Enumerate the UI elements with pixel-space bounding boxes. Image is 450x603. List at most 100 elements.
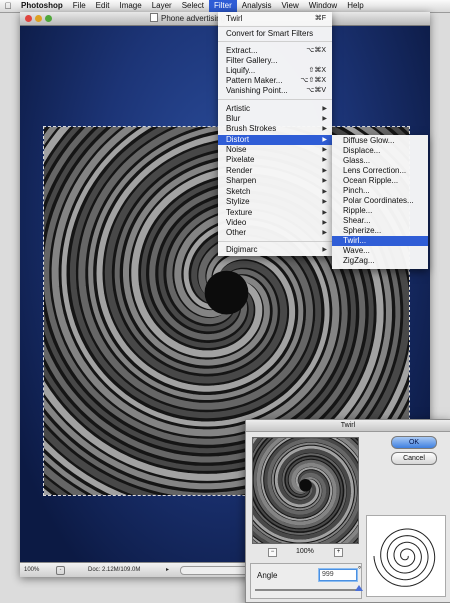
submenu-item-ripple[interactable]: Ripple... xyxy=(332,206,428,216)
menu-file[interactable]: File xyxy=(68,0,91,12)
menu-item-sharpen[interactable]: Sharpen ▶ xyxy=(218,176,332,186)
submenu-arrow-icon: ▶ xyxy=(322,210,327,216)
zoom-out-button[interactable]: − xyxy=(268,548,277,557)
angle-slider-thumb[interactable] xyxy=(355,585,363,591)
angle-parameter-panel: Angle 999 ° xyxy=(250,563,363,599)
preview-zoom-control: − 100% + xyxy=(252,548,357,558)
submenu-item-twirl[interactable]: Twirl... xyxy=(332,236,428,246)
submenu-arrow-icon: ▶ xyxy=(322,247,327,253)
menu-item-label: Render xyxy=(226,166,253,175)
ok-button[interactable]: OK xyxy=(391,436,437,449)
menu-item-render[interactable]: Render ▶ xyxy=(218,166,332,176)
submenu-item-zigzag[interactable]: ZigZag... xyxy=(332,256,428,266)
menu-item-pattern-maker[interactable]: Pattern Maker... ⌥⇧⌘X xyxy=(218,76,332,86)
submenu-item-diffuse-glow[interactable]: Diffuse Glow... xyxy=(332,136,428,146)
menu-help[interactable]: Help xyxy=(342,0,368,12)
menu-item-video[interactable]: Video ▶ xyxy=(218,218,332,228)
menu-item-liquify[interactable]: Liquify... ⇧⌘X xyxy=(218,66,332,76)
menu-item-label: Filter Gallery... xyxy=(226,56,278,65)
menu-item-label: Brush Strokes xyxy=(226,124,277,133)
zoom-window-button[interactable] xyxy=(45,15,52,22)
document-info: Doc: 2.12M/109.0M xyxy=(88,567,141,573)
twirl-preview-art xyxy=(253,438,358,543)
menu-item-convert-smart-filters[interactable]: Convert for Smart Filters xyxy=(218,29,332,39)
apple-icon[interactable]:  xyxy=(0,1,16,11)
submenu-item-shear[interactable]: Shear... xyxy=(332,216,428,226)
zoom-in-button[interactable]: + xyxy=(334,548,343,557)
submenu-arrow-icon: ▶ xyxy=(322,220,327,226)
menu-item-label: Pixelate xyxy=(226,155,255,164)
submenu-arrow-icon: ▶ xyxy=(322,199,327,205)
menu-item-twirl-last[interactable]: Twirl ⌘F xyxy=(218,14,332,24)
menu-item-artistic[interactable]: Artistic ▶ xyxy=(218,104,332,114)
menu-separator xyxy=(218,99,332,100)
twirl-preview[interactable] xyxy=(252,437,359,544)
submenu-item-wave[interactable]: Wave... xyxy=(332,246,428,256)
angle-slider[interactable] xyxy=(255,585,363,591)
menu-select[interactable]: Select xyxy=(177,0,209,12)
menu-item-label: Twirl xyxy=(226,14,243,23)
distort-submenu: Diffuse Glow... Displace... Glass... Len… xyxy=(332,135,428,269)
menu-edit[interactable]: Edit xyxy=(91,0,115,12)
status-menu-arrow-icon[interactable]: ▸ xyxy=(166,566,169,573)
submenu-item-label: Shear... xyxy=(343,216,371,225)
submenu-item-polar-coordinates[interactable]: Polar Coordinates... xyxy=(332,196,428,206)
menu-separator xyxy=(218,241,332,242)
submenu-item-label: Ripple... xyxy=(343,206,373,215)
submenu-item-pinch[interactable]: Pinch... xyxy=(332,186,428,196)
submenu-item-spherize[interactable]: Spherize... xyxy=(332,226,428,236)
menu-item-blur[interactable]: Blur ▶ xyxy=(218,114,332,124)
menu-item-shortcut: ⌥⇧⌘X xyxy=(300,77,326,84)
menu-item-noise[interactable]: Noise ▶ xyxy=(218,145,332,155)
menu-window[interactable]: Window xyxy=(304,0,342,12)
submenu-item-glass[interactable]: Glass... xyxy=(332,156,428,166)
menu-layer[interactable]: Layer xyxy=(147,0,177,12)
submenu-arrow-icon: ▶ xyxy=(322,168,327,174)
menu-analysis[interactable]: Analysis xyxy=(237,0,277,12)
angle-input[interactable]: 999 xyxy=(319,569,357,581)
menu-item-label: Extract... xyxy=(226,46,258,55)
close-window-button[interactable] xyxy=(25,15,32,22)
menu-item-label: Convert for Smart Filters xyxy=(226,29,314,38)
menu-item-texture[interactable]: Texture ▶ xyxy=(218,208,332,218)
zoom-level[interactable]: 100% xyxy=(24,567,50,573)
spiral-diagram-icon xyxy=(373,528,436,587)
menu-item-other[interactable]: Other ▶ xyxy=(218,228,332,238)
minimize-window-button[interactable] xyxy=(35,15,42,22)
menu-item-sketch[interactable]: Sketch ▶ xyxy=(218,187,332,197)
menu-item-distort[interactable]: Distort ▶ xyxy=(218,135,332,145)
menu-image[interactable]: Image xyxy=(114,0,146,12)
menu-filter[interactable]: Filter xyxy=(208,0,237,12)
menu-item-pixelate[interactable]: Pixelate ▶ xyxy=(218,155,332,165)
cancel-button[interactable]: Cancel xyxy=(391,452,437,465)
submenu-arrow-icon: ▶ xyxy=(322,189,327,195)
menu-item-extract[interactable]: Extract... ⌥⌘X xyxy=(218,46,332,56)
angle-label: Angle xyxy=(257,571,278,580)
status-icon[interactable]: ◦ xyxy=(56,566,65,575)
filter-menu: Twirl ⌘F Convert for Smart Filters Extrac… xyxy=(218,12,332,256)
submenu-arrow-icon: ▶ xyxy=(322,116,327,122)
twirl-dialog-title[interactable]: Twirl xyxy=(246,420,450,432)
menu-item-label: Sketch xyxy=(226,187,251,196)
menu-item-label: Artistic xyxy=(226,104,250,113)
menu-item-label: Sharpen xyxy=(226,176,257,185)
submenu-item-lens-correction[interactable]: Lens Correction... xyxy=(332,166,428,176)
submenu-arrow-icon: ▶ xyxy=(322,137,327,143)
submenu-arrow-icon: ▶ xyxy=(322,126,327,132)
submenu-item-ocean-ripple[interactable]: Ocean Ripple... xyxy=(332,176,428,186)
menu-item-label: Video xyxy=(226,218,247,227)
submenu-arrow-icon: ▶ xyxy=(322,178,327,184)
degree-symbol: ° xyxy=(358,565,362,574)
submenu-arrow-icon: ▶ xyxy=(322,230,327,236)
menu-view[interactable]: View xyxy=(277,0,304,12)
menu-app[interactable]: Photoshop xyxy=(16,0,68,12)
menu-separator xyxy=(218,41,332,42)
menu-item-vanishing-point[interactable]: Vanishing Point... ⌥⌘V xyxy=(218,86,332,96)
menu-item-label: Blur xyxy=(226,114,241,123)
menu-item-brush-strokes[interactable]: Brush Strokes ▶ xyxy=(218,124,332,134)
submenu-item-displace[interactable]: Displace... xyxy=(332,146,428,156)
menu-item-digimarc[interactable]: Digimarc ▶ xyxy=(218,245,332,255)
menu-item-filter-gallery[interactable]: Filter Gallery... xyxy=(218,56,332,66)
menu-item-label: Pattern Maker... xyxy=(226,76,283,85)
menu-item-stylize[interactable]: Stylize ▶ xyxy=(218,197,332,207)
